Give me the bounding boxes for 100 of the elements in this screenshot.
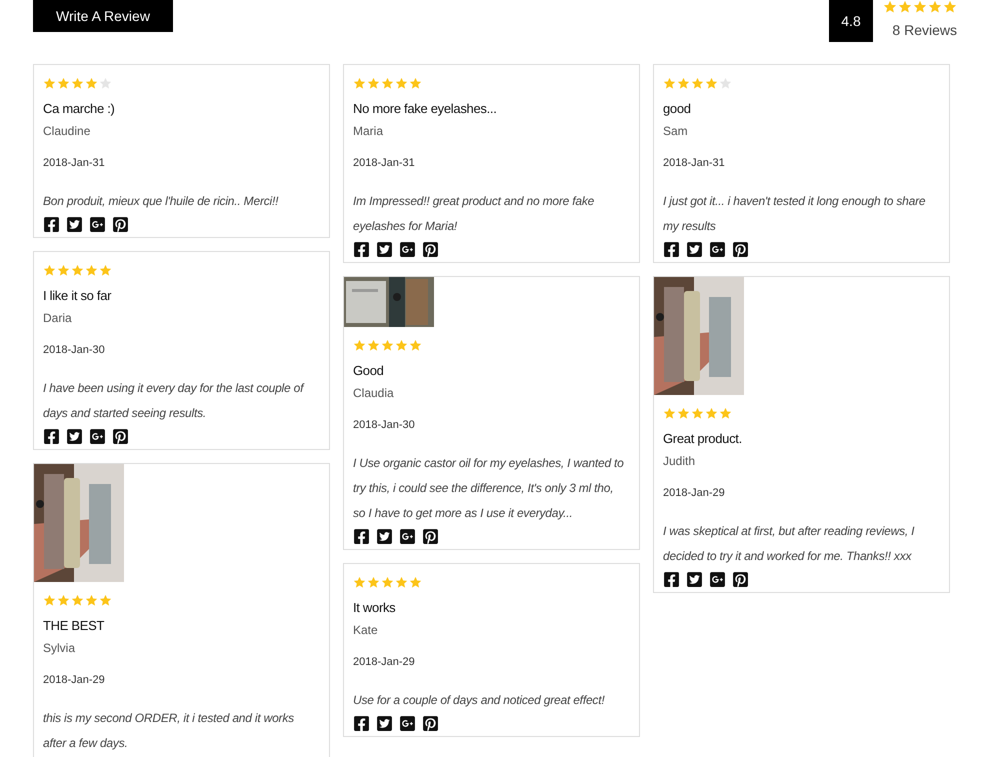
star-filled-icon [57,264,70,277]
star-filled-icon [395,339,408,352]
review-text: Bon produit, mieux que l'huile de ricin.. Merci!! [43,193,280,210]
facebook-icon[interactable] [663,241,680,258]
twitter-icon[interactable] [376,528,393,545]
review-title: No more fake eyelashes... [353,100,498,118]
review-date: 2018-Jan-29 [663,486,726,500]
twitter-icon[interactable] [376,715,393,732]
review-title: good [663,100,692,118]
review-date: 2018-Jan-31 [43,156,106,170]
pinterest-icon[interactable] [422,528,439,545]
facebook-icon[interactable] [43,216,60,233]
facebook-icon[interactable] [43,428,60,445]
star-filled-icon [353,339,366,352]
review-date: 2018-Jan-30 [353,418,416,432]
google-plus-icon[interactable] [399,241,416,258]
review-title: I like it so far [43,287,112,305]
google-plus-icon[interactable] [399,528,416,545]
google-plus-icon[interactable] [89,428,106,445]
write-review-button[interactable]: Write A Review [33,0,173,32]
star-filled-icon [57,77,70,90]
review-date: 2018-Jan-30 [43,342,106,358]
google-plus-icon[interactable] [89,216,106,233]
pinterest-icon[interactable] [422,715,439,732]
pinterest-icon[interactable] [732,571,749,588]
star-filled-icon [99,594,112,607]
star-filled-icon [381,339,394,352]
star-filled-icon [367,77,380,90]
star-filled-icon [395,77,408,90]
star-filled-icon [677,77,690,90]
review-text: this is my second ORDER, it i tested and it works after a few days. [43,710,295,752]
star-filled-icon [57,594,70,607]
google-plus-icon[interactable] [709,241,726,258]
review-title: THE BEST [43,617,106,635]
review-text: I was skeptical at first, but after reading reviews, I decided to try it and worked for me. Thanks!! xxx [663,523,916,565]
pinterest-icon[interactable] [112,428,129,445]
reviewer-name: Maria [353,122,384,140]
star-filled-icon [898,0,912,14]
star-filled-icon [663,407,676,420]
star-filled-icon [353,77,366,90]
twitter-icon[interactable] [376,241,393,258]
star-filled-icon [913,0,927,14]
star-filled-icon [677,407,690,420]
star-filled-icon [71,264,84,277]
star-filled-icon [943,0,957,14]
star-filled-icon [928,0,942,14]
star-filled-icon [43,594,56,607]
star-filled-icon [691,407,704,420]
star-filled-icon [409,339,422,352]
review-title: Great product. [663,430,743,448]
star-filled-icon [367,339,380,352]
review-date: 2018-Jan-31 [353,156,416,170]
average-rating: 4.8 [829,0,873,42]
facebook-icon[interactable] [353,528,370,545]
star-filled-icon [409,576,422,589]
pinterest-icon[interactable] [732,241,749,258]
twitter-icon[interactable] [686,571,703,588]
star-filled-icon [719,407,732,420]
pinterest-icon[interactable] [112,216,129,233]
pinterest-icon[interactable] [422,241,439,258]
review-title: Ca marche :) [43,100,116,118]
review-count: 8 Reviews [892,21,957,40]
reviewer-name: Daria [43,310,73,326]
star-filled-icon [705,77,718,90]
review-text: Im Impressed!! great product and no more fake eyelashes for Maria! [353,193,596,235]
star-filled-icon [691,77,704,90]
review-title: Good [353,362,385,380]
star-filled-icon [395,576,408,589]
facebook-icon[interactable] [663,571,680,588]
star-filled-icon [85,594,98,607]
star-filled-icon [85,77,98,90]
review-title: It works [353,599,396,617]
review-text: I Use organic castor oil for my eyelashes, I wanted to try this, i could see the difference, It's only 3 ml tho, so I have to get more as I use it everyday... [353,455,625,522]
twitter-icon[interactable] [66,216,83,233]
star-filled-icon [43,77,56,90]
facebook-icon[interactable] [353,241,370,258]
star-filled-icon [353,576,366,589]
star-filled-icon [705,407,718,420]
reviewer-name: Judith [663,452,696,470]
twitter-icon[interactable] [686,241,703,258]
star-filled-icon [71,594,84,607]
twitter-icon[interactable] [66,428,83,445]
review-date: 2018-Jan-29 [353,654,416,670]
review-date: 2018-Jan-31 [663,156,726,170]
star-filled-icon [43,264,56,277]
google-plus-icon[interactable] [709,571,726,588]
reviewer-name: Sylvia [43,640,76,656]
review-text: I have been using it every day for the last couple of days and started seeing results. [43,380,306,422]
reviewer-name: Kate [353,622,379,638]
reviewer-name: Claudia [353,384,395,402]
google-plus-icon[interactable] [399,715,416,732]
star-filled-icon [367,576,380,589]
star-filled-icon [883,0,897,14]
facebook-icon[interactable] [353,715,370,732]
reviewer-name: Claudine [43,122,92,140]
review-date: 2018-Jan-29 [43,672,106,688]
star-filled-icon [381,576,394,589]
reviewer-name: Sam [663,122,689,140]
star-filled-icon [99,264,112,277]
review-text: Use for a couple of days and noticed great effect! [353,692,606,709]
